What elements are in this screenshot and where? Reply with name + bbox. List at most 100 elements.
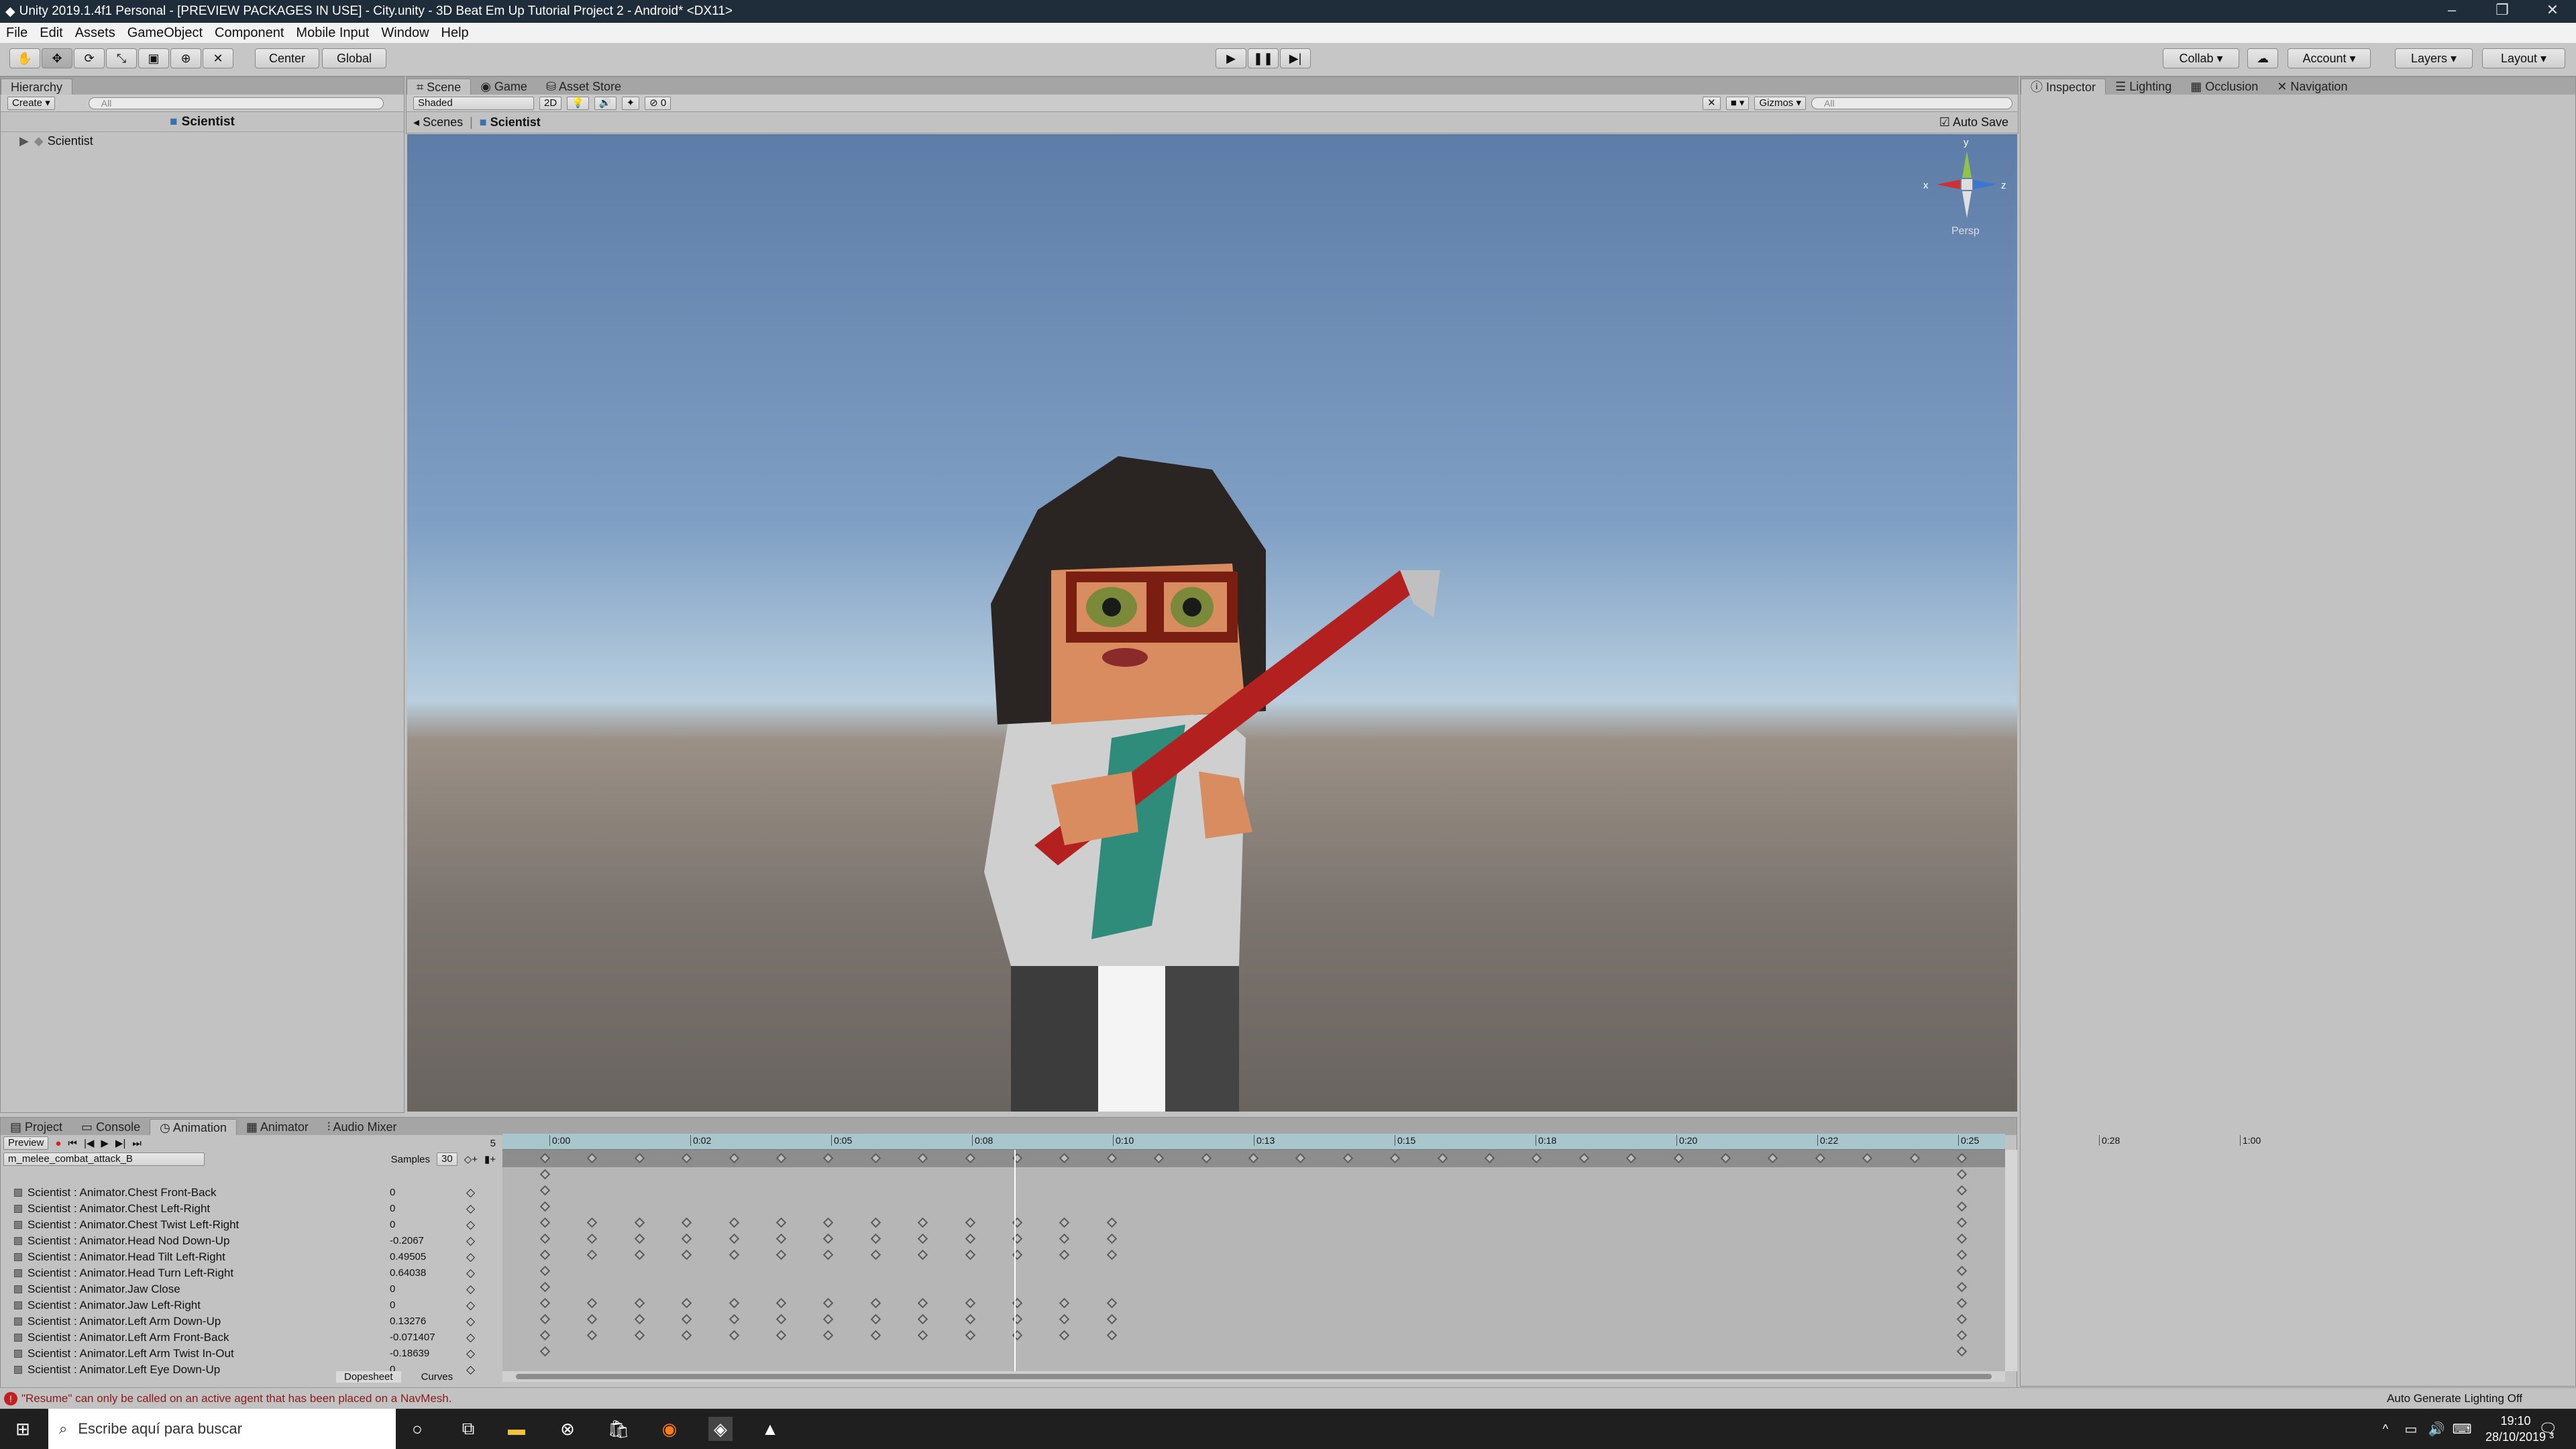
keyframe-toggle-icon[interactable]: ◇ (466, 1313, 475, 1330)
keyframe-toggle-icon[interactable]: ◇ (466, 1362, 475, 1378)
keyframe[interactable] (775, 1152, 787, 1164)
keyframe[interactable] (1059, 1330, 1070, 1341)
property-row[interactable]: Scientist : Animator.Head Nod Down-Up -0.… (1, 1233, 484, 1249)
collab-button[interactable]: Collab ▾ (2163, 48, 2239, 68)
keyframe[interactable] (965, 1330, 975, 1341)
effects-icon[interactable]: ✦ (621, 96, 640, 110)
keyframe[interactable] (965, 1297, 975, 1309)
keyframe[interactable] (681, 1249, 692, 1260)
keyframe[interactable] (681, 1330, 692, 1341)
tray-arrow-icon[interactable]: ^ (2373, 1417, 2398, 1441)
property-row[interactable]: Scientist : Animator.Jaw Left-Right 0 ◇ (1, 1297, 484, 1313)
keyframe[interactable] (634, 1297, 645, 1309)
pivot-center-button[interactable]: Center (255, 48, 319, 68)
photos-icon[interactable]: ▲ (758, 1417, 782, 1441)
add-event-icon[interactable]: ▮+ (484, 1153, 496, 1165)
tab-navigation[interactable]: ✕ Navigation (2267, 78, 2357, 95)
keyframe[interactable] (1956, 1217, 1968, 1228)
custom-tool-icon[interactable]: ✕ (203, 48, 233, 68)
keyframe[interactable] (1059, 1233, 1070, 1244)
keyframe-toggle-icon[interactable]: ◇ (466, 1185, 475, 1201)
keyframe[interactable] (634, 1249, 645, 1260)
keyframe[interactable] (729, 1313, 739, 1325)
camera-icon[interactable]: ■ ▾ (1725, 96, 1750, 110)
cloud-icon[interactable]: ☁ (2247, 48, 2278, 68)
step-button[interactable]: ▶| (1280, 48, 1311, 68)
keyframe[interactable] (775, 1249, 787, 1260)
keyframe[interactable] (823, 1330, 834, 1341)
keyframe[interactable] (775, 1330, 787, 1341)
hand-tool-icon[interactable]: ✋ (9, 48, 40, 68)
xbox-icon[interactable]: ⊗ (555, 1417, 580, 1441)
keyframe[interactable] (1909, 1152, 1920, 1164)
last-key-icon[interactable]: ⏭ (132, 1138, 142, 1149)
record-icon[interactable]: ● (55, 1138, 61, 1149)
menu-mobile-input[interactable]: Mobile Input (290, 23, 375, 43)
move-tool-icon[interactable]: ✥ (42, 48, 72, 68)
unity-taskbar-icon[interactable]: ◈ (708, 1417, 733, 1441)
menu-help[interactable]: Help (435, 23, 475, 43)
layers-dropdown[interactable]: Layers ▾ (2395, 48, 2473, 68)
keyframe[interactable] (634, 1313, 645, 1325)
scene-viewport[interactable]: x y z Persp (407, 134, 2017, 1112)
keyboard-icon[interactable]: ⌨ (2450, 1417, 2474, 1441)
keyframe[interactable] (539, 1265, 551, 1277)
keyframe[interactable] (870, 1249, 881, 1260)
keyframe[interactable] (965, 1249, 975, 1260)
tab-inspector[interactable]: ⓘ Inspector (2021, 78, 2106, 95)
2d-toggle[interactable]: 2D (539, 96, 562, 110)
keyframe[interactable] (1956, 1169, 1968, 1180)
keyframe[interactable] (681, 1233, 692, 1244)
property-row[interactable]: Scientist : Animator.Head Tilt Left-Righ… (1, 1249, 484, 1265)
keyframe[interactable] (1956, 1185, 1968, 1196)
tab-animation[interactable]: ◷ Animation (150, 1119, 237, 1135)
curves-tab[interactable]: Curves (421, 1371, 453, 1383)
file-explorer-icon[interactable]: ▬ (504, 1417, 529, 1441)
property-value[interactable]: -0.18639 (390, 1346, 429, 1362)
property-row[interactable]: Scientist : Animator.Left Arm Front-Back… (1, 1330, 484, 1346)
keyframe[interactable] (587, 1313, 598, 1325)
expand-arrow-icon[interactable]: ▶ (19, 134, 29, 148)
keyframe-toggle-icon[interactable]: ◇ (466, 1217, 475, 1233)
keyframe[interactable] (587, 1152, 598, 1164)
keyframe[interactable] (681, 1152, 692, 1164)
keyframe[interactable] (1956, 1346, 1968, 1357)
keyframe[interactable] (870, 1330, 881, 1341)
keyframe[interactable] (539, 1330, 551, 1341)
property-row[interactable]: Scientist : Animator.Left Arm Down-Up 0.1… (1, 1313, 484, 1330)
tab-project[interactable]: ▤ Project (1, 1119, 72, 1135)
keyframe[interactable] (1106, 1249, 1118, 1260)
keyframe[interactable] (634, 1330, 645, 1341)
horizontal-scrollbar[interactable] (502, 1371, 2005, 1382)
next-key-icon[interactable]: ▶| (115, 1137, 125, 1149)
property-value[interactable]: 0 (390, 1297, 395, 1313)
keyframe[interactable] (1625, 1152, 1637, 1164)
keyframe[interactable] (870, 1313, 881, 1325)
keyframe[interactable] (539, 1185, 551, 1196)
keyframe[interactable] (965, 1217, 975, 1228)
keyframe[interactable] (1437, 1152, 1448, 1164)
keyframe[interactable] (729, 1249, 739, 1260)
hierarchy-search-input[interactable]: All (88, 97, 384, 109)
keyframe[interactable] (1248, 1152, 1259, 1164)
keyframe[interactable] (1862, 1152, 1873, 1164)
keyframe[interactable] (1106, 1233, 1118, 1244)
keyframe[interactable] (917, 1233, 928, 1244)
keyframe[interactable] (1059, 1313, 1070, 1325)
keyframe-toggle-icon[interactable]: ◇ (466, 1330, 475, 1346)
keyframe[interactable] (823, 1152, 834, 1164)
taskbar-search[interactable]: ⌕ Escribe aquí para buscar (48, 1409, 396, 1449)
tab-scene[interactable]: ⌗ Scene (407, 78, 472, 95)
tab-occlusion[interactable]: ▦ Occlusion (2181, 78, 2267, 95)
keyframe[interactable] (1956, 1330, 1968, 1341)
tab-game[interactable]: ◉ Game (471, 78, 537, 95)
keyframe[interactable] (823, 1233, 834, 1244)
keyframe[interactable] (1059, 1152, 1070, 1164)
frame-field[interactable]: 5 (490, 1138, 496, 1149)
menu-edit[interactable]: Edit (34, 23, 68, 43)
first-key-icon[interactable]: ⏮ (68, 1138, 77, 1149)
keyframe[interactable] (1956, 1281, 1968, 1293)
menu-window[interactable]: Window (375, 23, 435, 43)
property-value[interactable]: 0 (390, 1185, 395, 1201)
vertical-scrollbar[interactable] (2005, 1150, 2017, 1371)
